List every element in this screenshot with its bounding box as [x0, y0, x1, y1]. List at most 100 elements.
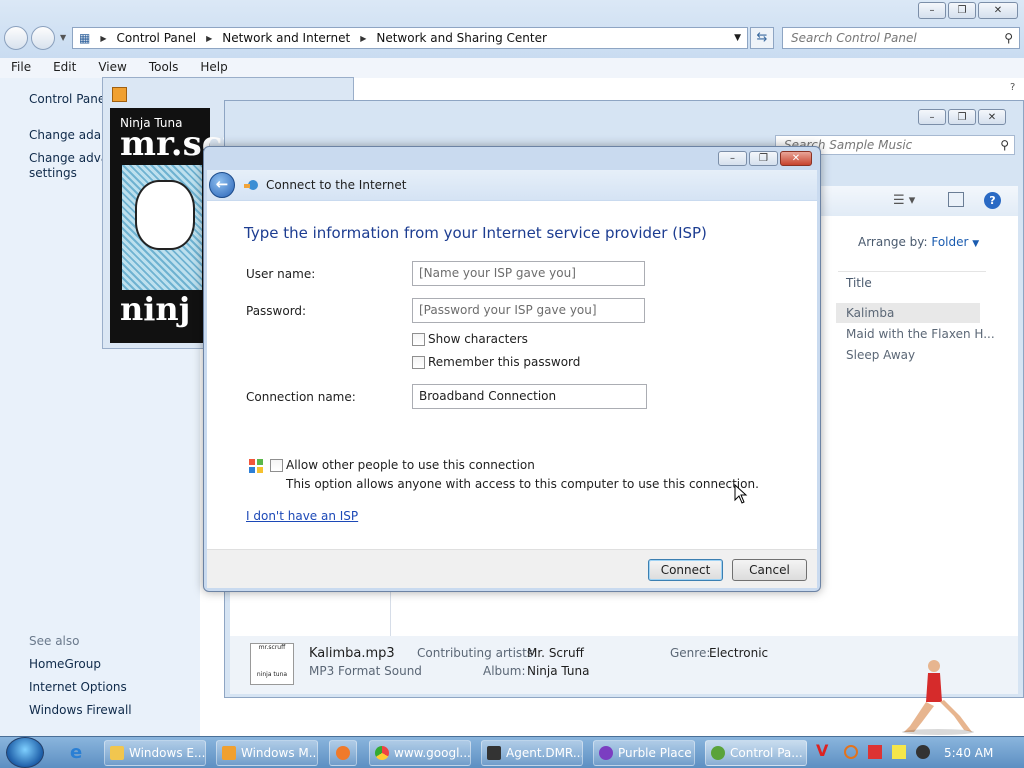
- help-icon[interactable]: ?: [1010, 82, 1015, 93]
- chevron-right-icon[interactable]: ▶: [206, 34, 212, 43]
- taskbar-item-purble-place[interactable]: Purble Place: [593, 740, 695, 766]
- remember-password-label[interactable]: Remember this password: [428, 355, 580, 369]
- flag-tray-icon[interactable]: [868, 745, 882, 759]
- explorer-maximize-button[interactable]: ❐: [948, 109, 976, 125]
- menu-tools[interactable]: Tools: [138, 58, 190, 78]
- taskbar-item-control-panel[interactable]: Control Pa...: [705, 740, 807, 766]
- back-nav-button[interactable]: [4, 26, 28, 50]
- list-item[interactable]: Maid with the Flaxen H...: [846, 327, 995, 341]
- show-characters-checkbox[interactable]: [412, 333, 425, 346]
- column-header-title[interactable]: Title: [846, 276, 872, 290]
- dialog-minimize-button[interactable]: –: [718, 151, 747, 166]
- details-genre-value[interactable]: Electronic: [709, 646, 768, 660]
- taskbar-item-label: Windows M...: [241, 746, 318, 760]
- see-also-windows-firewall[interactable]: Windows Firewall: [29, 703, 132, 717]
- refresh-button[interactable]: ⇆: [750, 27, 774, 49]
- search-placeholder: Search Control Panel: [791, 31, 917, 45]
- taskbar-item-chrome[interactable]: www.googl...: [369, 740, 471, 766]
- menu-help[interactable]: Help: [189, 58, 238, 78]
- see-also-homegroup[interactable]: HomeGroup: [29, 657, 101, 671]
- arrange-by-label: Arrange by:: [858, 235, 928, 249]
- back-arrow-button[interactable]: ←: [209, 172, 235, 198]
- forward-nav-button[interactable]: [31, 26, 55, 50]
- taskbar-item-label: Control Pa...: [730, 746, 803, 760]
- search-icon[interactable]: ⚲: [1004, 28, 1013, 48]
- chevron-right-icon[interactable]: ▶: [360, 34, 366, 43]
- dialog-content: [207, 201, 817, 549]
- address-dropdown-icon[interactable]: ▼: [734, 33, 741, 43]
- chevron-right-icon[interactable]: ▶: [100, 34, 106, 43]
- uac-shield-icon: [249, 459, 263, 473]
- mouse-pointer-icon: [734, 484, 748, 504]
- close-button[interactable]: ✕: [978, 2, 1018, 19]
- terminal-icon: [487, 746, 501, 760]
- show-characters-label[interactable]: Show characters: [428, 332, 528, 346]
- remember-password-checkbox[interactable]: [412, 356, 425, 369]
- details-genre-label: Genre:: [670, 646, 711, 660]
- taskbar-item-label: www.googl...: [394, 746, 471, 760]
- taskbar-item-windows-media[interactable]: Windows M...: [216, 740, 318, 766]
- details-artists-value[interactable]: Mr. Scruff: [527, 646, 584, 660]
- minimize-button[interactable]: –: [918, 2, 946, 19]
- explorer-close-button[interactable]: ✕: [978, 109, 1006, 125]
- search-control-panel-input[interactable]: Search Control Panel ⚲: [782, 27, 1020, 49]
- thumbnail-caption-bottom: ninja tuna: [256, 671, 288, 678]
- dialog-heading: Type the information from your Internet …: [244, 224, 707, 242]
- username-input[interactable]: [Name your ISP gave you]: [412, 261, 645, 286]
- chevron-down-icon[interactable]: ▼: [972, 239, 979, 249]
- recent-pages-icon[interactable]: ▼: [60, 33, 66, 42]
- no-isp-link[interactable]: I don't have an ISP: [246, 509, 358, 523]
- list-item[interactable]: Sleep Away: [846, 348, 915, 362]
- help-icon[interactable]: ?: [984, 192, 1001, 209]
- list-item[interactable]: Kalimba: [846, 306, 894, 320]
- menu-file[interactable]: File: [0, 58, 42, 78]
- maximize-button[interactable]: ❐: [948, 2, 976, 19]
- taskbar-item-windows-explorer[interactable]: Windows E...: [104, 740, 206, 766]
- antivirus-tray-icon[interactable]: V: [816, 741, 828, 760]
- see-also-heading: See also: [29, 634, 80, 648]
- sidebar-change-adapter[interactable]: Change adapt: [29, 128, 113, 142]
- cancel-button[interactable]: Cancel: [732, 559, 807, 581]
- breadcrumb-network-internet[interactable]: Network and Internet: [222, 31, 350, 45]
- details-file-name: Kalimba.mp3: [309, 646, 395, 661]
- taskbar-clock[interactable]: 5:40 AM: [944, 746, 993, 760]
- see-also-internet-options[interactable]: Internet Options: [29, 680, 127, 694]
- sidebar-change-advanced-settings[interactable]: settings: [29, 166, 77, 180]
- start-button[interactable]: [6, 737, 44, 768]
- breadcrumb-network-sharing[interactable]: Network and Sharing Center: [376, 31, 547, 45]
- taskbar-item-agent[interactable]: Agent.DMR...: [481, 740, 583, 766]
- taskbar-item-app[interactable]: [329, 740, 357, 766]
- sidebar-home-link[interactable]: Control Panel: [29, 92, 109, 106]
- view-options-icon[interactable]: ☰ ▾: [893, 193, 915, 208]
- dialog-close-button[interactable]: ✕: [780, 151, 812, 166]
- breadcrumb-control-panel[interactable]: Control Panel: [117, 31, 197, 45]
- speaker-tray-icon[interactable]: [916, 745, 930, 759]
- connect-button[interactable]: Connect: [648, 559, 723, 581]
- password-input[interactable]: [Password your ISP gave you]: [412, 298, 645, 323]
- username-label: User name:: [246, 267, 316, 281]
- username-placeholder: [Name your ISP gave you]: [419, 266, 576, 280]
- address-bar[interactable]: ▦ ▶ Control Panel ▶ Network and Internet…: [72, 27, 748, 49]
- allow-others-label[interactable]: Allow other people to use this connectio…: [286, 458, 535, 472]
- arrange-by-dropdown[interactable]: Folder: [931, 235, 968, 249]
- search-tray-icon[interactable]: [844, 745, 858, 759]
- menu-view[interactable]: View: [87, 58, 137, 78]
- connection-name-input[interactable]: Broadband Connection: [412, 384, 647, 409]
- preview-pane-icon[interactable]: [948, 192, 964, 207]
- internet-explorer-icon[interactable]: e: [70, 742, 90, 763]
- explorer-minimize-button[interactable]: –: [918, 109, 946, 125]
- media-player-icon: [112, 87, 127, 102]
- details-file-type: MP3 Format Sound: [309, 664, 422, 678]
- details-album-value[interactable]: Ninja Tuna: [527, 664, 590, 678]
- password-label: Password:: [246, 304, 307, 318]
- details-album-label: Album:: [483, 664, 526, 678]
- menu-edit[interactable]: Edit: [42, 58, 87, 78]
- dialog-maximize-button[interactable]: ❐: [749, 151, 778, 166]
- taskbar-item-label: Agent.DMR...: [506, 746, 583, 760]
- allow-others-checkbox[interactable]: [270, 459, 283, 472]
- search-icon[interactable]: ⚲: [1000, 136, 1009, 154]
- app-icon: [336, 746, 350, 760]
- notes-tray-icon[interactable]: [892, 745, 906, 759]
- password-placeholder: [Password your ISP gave you]: [419, 303, 597, 317]
- explorer-window-controls: – ❐ ✕: [918, 109, 1006, 125]
